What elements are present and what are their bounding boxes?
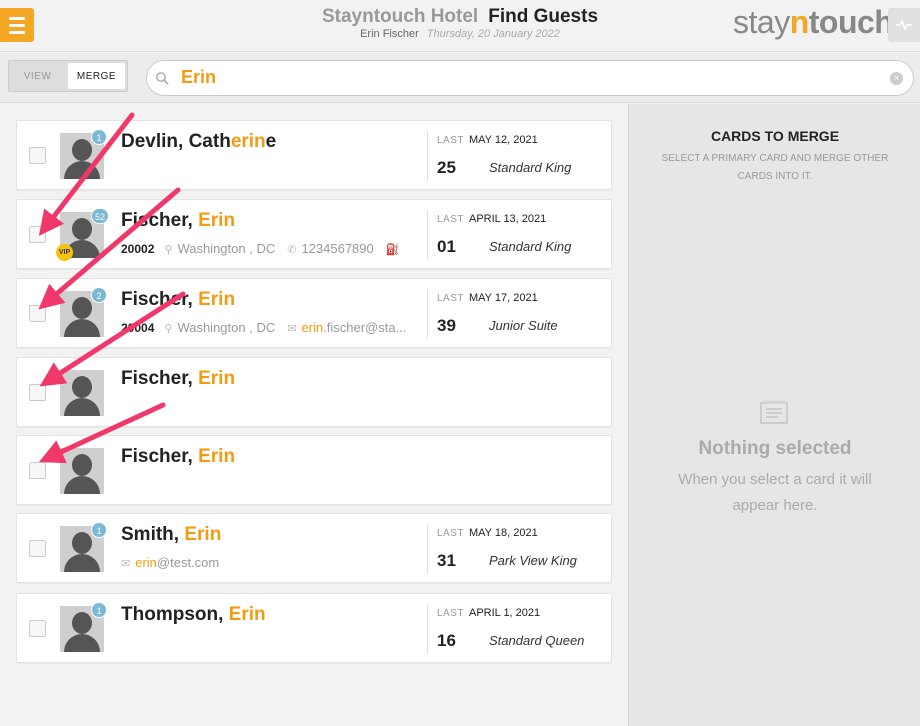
last-stay-date: MAY 12, 2021	[469, 134, 538, 146]
guest-card[interactable]: 1 Smith, Erin ✉ erin@test.com LAST MAY 18…	[16, 513, 612, 583]
room-number: 16	[437, 631, 456, 650]
empty-state-title: Nothing selected	[698, 438, 852, 459]
stay-count-badge: 52	[91, 208, 110, 224]
guest-card[interactable]: 1 Devlin, Catherine LAST MAY 12, 2021 25…	[16, 120, 612, 190]
location-icon: ⚲	[164, 244, 173, 256]
last-stay-date: APRIL 1, 2021	[469, 607, 541, 619]
select-checkbox[interactable]	[29, 147, 46, 164]
merge-panel: CARDS TO MERGE SELECT A PRIMARY CARD AND…	[628, 104, 920, 726]
room-type: Park View King	[489, 553, 577, 568]
email-rest: .fischer@sta...	[323, 320, 407, 335]
guest-name: Fischer, Erin	[121, 289, 236, 310]
room-number: 31	[437, 551, 456, 570]
search-input[interactable]	[181, 67, 861, 88]
avatar	[60, 448, 104, 494]
email-highlight: erin	[301, 320, 324, 335]
select-checkbox[interactable]	[29, 226, 46, 243]
guest-name: Fischer, Erin	[121, 368, 236, 389]
user-name: Erin Fischer	[360, 28, 419, 40]
view-merge-toggle[interactable]: VIEW MERGE	[8, 60, 128, 92]
stay-count-badge: 2	[91, 287, 107, 303]
select-checkbox[interactable]	[29, 384, 46, 401]
phone-icon: ✆	[287, 244, 297, 256]
stay-count-badge: 1	[91, 522, 107, 538]
email-rest: @test.com	[156, 555, 220, 570]
guest-name: Thompson, Erin	[121, 604, 266, 625]
header-bar: Stayntouch Hotel Find Guests Erin Fischer…	[0, 0, 920, 52]
last-stay-date: MAY 17, 2021	[469, 292, 538, 304]
last-stay: LAST MAY 17, 2021 39 Junior Suite	[427, 289, 607, 339]
room-type: Standard Queen	[489, 633, 585, 648]
location-icon: ⚲	[164, 323, 173, 335]
city: Washington , DC	[177, 320, 276, 335]
guest-card[interactable]: 1 Thompson, Erin LAST APRIL 1, 2021 16 S…	[16, 593, 612, 663]
clear-icon[interactable]: ×	[890, 72, 903, 85]
mail-icon: ✉	[121, 558, 131, 570]
room-type: Standard King	[489, 160, 572, 175]
last-label: LAST	[437, 608, 465, 619]
select-checkbox[interactable]	[29, 305, 46, 322]
last-stay: LAST APRIL 13, 2021 01 Standard King	[427, 210, 607, 260]
last-label: LAST	[437, 135, 465, 146]
pulse-icon[interactable]	[888, 8, 920, 42]
select-checkbox[interactable]	[29, 620, 46, 637]
room-number: 01	[437, 237, 456, 256]
room-number: 39	[437, 316, 456, 335]
guest-name: Smith, Erin	[121, 524, 222, 545]
guest-name: Devlin, Catherine	[121, 131, 277, 152]
select-checkbox[interactable]	[29, 540, 46, 557]
last-label: LAST	[437, 293, 465, 304]
guest-name: Fischer, Erin	[121, 210, 236, 231]
last-stay: LAST MAY 12, 2021 25 Standard King	[427, 131, 607, 181]
business-date: Thursday, 20 January 2022	[426, 28, 560, 40]
search-box[interactable]: ×	[146, 60, 914, 96]
last-stay: LAST MAY 18, 2021 31 Park View King	[427, 524, 607, 574]
panel-subtitle: SELECT A PRIMARY CARD AND MERGE OTHER CA…	[661, 153, 889, 182]
room-number: 25	[437, 158, 456, 177]
stay-count-badge: 1	[91, 129, 107, 145]
room-type: Junior Suite	[489, 318, 558, 333]
search-toolbar: VIEW MERGE ×	[0, 53, 920, 103]
guest-name: Fischer, Erin	[121, 446, 236, 467]
select-checkbox[interactable]	[29, 462, 46, 479]
room-type: Standard King	[489, 239, 572, 254]
zip-code: 20002	[121, 242, 155, 256]
last-stay-date: MAY 18, 2021	[469, 527, 538, 539]
last-label: LAST	[437, 528, 465, 539]
document-icon	[760, 400, 788, 424]
merge-toggle-button[interactable]: MERGE	[68, 63, 125, 89]
guest-details: 20004 ⚲ Washington , DC ✉ erin.fischer@sta..…	[121, 320, 406, 335]
search-icon	[156, 72, 169, 85]
guest-card[interactable]: Fischer, Erin	[16, 357, 612, 427]
guest-card[interactable]: 52 VIP Fischer, Erin 20002 ⚲ Washington , …	[16, 199, 612, 269]
hotel-name: Stayntouch Hotel	[321, 6, 479, 27]
last-stay: LAST APRIL 1, 2021 16 Standard Queen	[427, 604, 607, 654]
city: Washington , DC	[177, 241, 276, 256]
last-label: LAST	[437, 214, 465, 225]
vip-badge: VIP	[56, 244, 73, 261]
guest-details: ✉ erin@test.com	[121, 555, 219, 570]
avatar	[60, 370, 104, 416]
stayntouch-logo: stayntouch	[733, 4, 894, 40]
guest-card[interactable]: 2 Fischer, Erin 20004 ⚲ Washington , DC ✉ er…	[16, 278, 612, 348]
guest-details: 20002 ⚲ Washington , DC ✆ 1234567890 ⛽	[121, 241, 404, 256]
view-toggle-button[interactable]: VIEW	[9, 61, 66, 91]
email-highlight: erin	[135, 555, 157, 570]
guest-card[interactable]: Fischer, Erin	[16, 435, 612, 505]
stay-count-badge: 1	[91, 602, 107, 618]
car-icon: ⛽	[385, 244, 400, 256]
empty-state-text: When you select a card it will appear he…	[678, 471, 872, 514]
last-stay-date: APRIL 13, 2021	[469, 213, 547, 225]
mail-icon: ✉	[287, 323, 297, 335]
zip-code: 20004	[121, 321, 155, 335]
panel-title: CARDS TO MERGE	[710, 128, 840, 144]
phone-number: 1234567890	[301, 241, 374, 256]
page-heading: Find Guests	[488, 6, 599, 27]
